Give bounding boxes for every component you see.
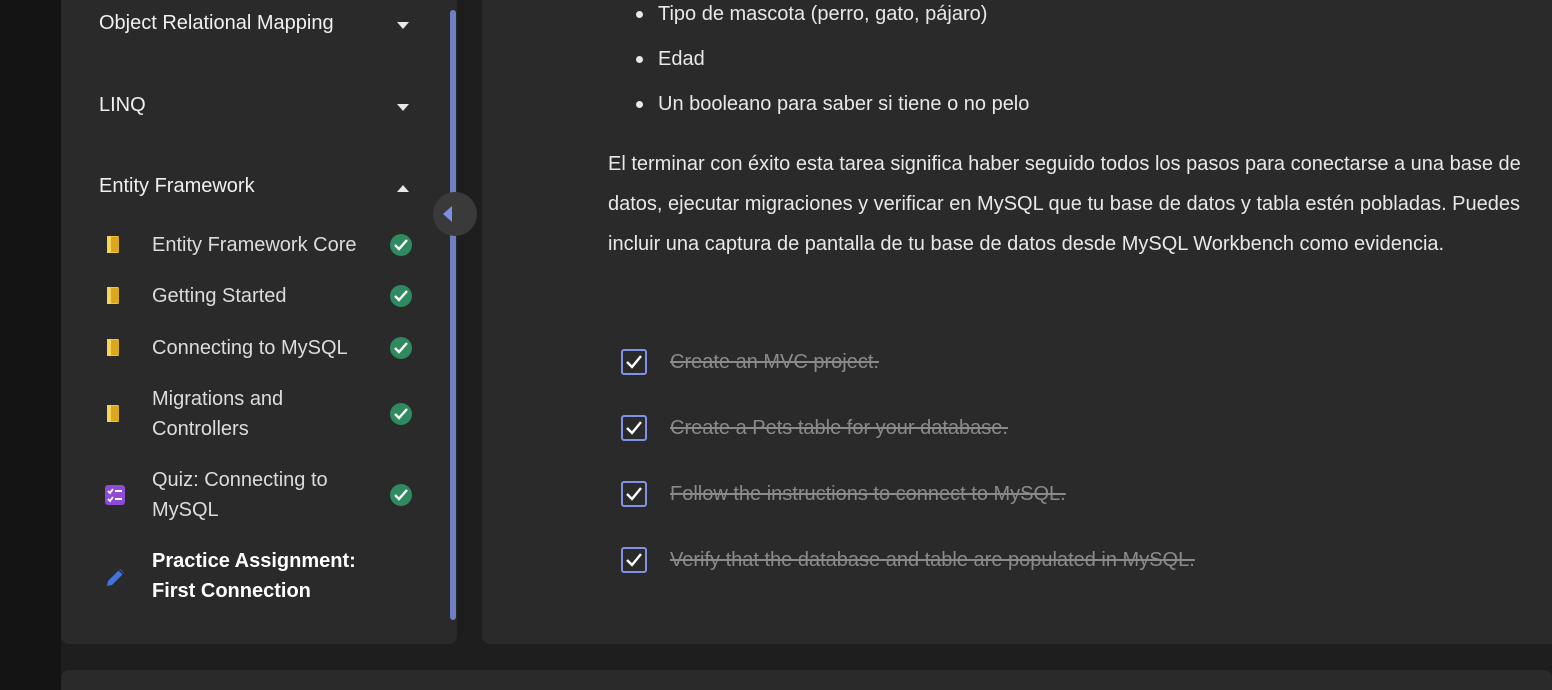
chevron-up-icon — [397, 185, 409, 192]
book-icon — [104, 403, 124, 425]
bullet-dot — [636, 101, 643, 108]
section-label: LINQ — [99, 94, 146, 116]
checkbox-checked[interactable] — [621, 349, 647, 375]
collapse-sidebar-button[interactable] — [433, 192, 477, 236]
section-linq[interactable]: LINQ — [99, 94, 419, 124]
lesson-label: Migrations and Controllers — [152, 388, 284, 440]
lesson-label: Entity Framework Core — [152, 234, 357, 256]
lesson-entity-framework-core[interactable]: Entity Framework Core — [100, 230, 420, 260]
lesson-label: Connecting to MySQL — [152, 337, 348, 359]
assignment-description: El terminar con éxito esta tarea signifi… — [608, 153, 1521, 255]
lesson-label: Quiz: Connecting to MySQL — [152, 469, 328, 521]
lesson-label: Getting Started — [152, 285, 287, 307]
section-object-relational-mapping[interactable]: Object Relational Mapping — [99, 12, 419, 42]
lesson-label: Practice Assignment: First Connection — [152, 550, 356, 602]
chevron-left-icon — [443, 206, 452, 222]
lesson-getting-started[interactable]: Getting Started — [100, 281, 420, 311]
task-label: Follow the instructions to connect to My… — [670, 483, 1066, 505]
lesson-migrations-and-controllers[interactable]: Migrations and Controllers — [100, 384, 420, 444]
completed-check-icon — [390, 337, 412, 359]
bullet-item: Tipo de mascota (perro, gato, pájaro) — [658, 3, 988, 25]
lesson-quiz-connecting-to-mysql[interactable]: Quiz: Connecting to MySQL — [100, 465, 420, 525]
bottom-panel — [61, 670, 1552, 690]
bullet-dot — [636, 11, 643, 18]
bullet-dot — [636, 56, 643, 63]
pencil-icon — [104, 565, 124, 587]
sidebar-scrollbar[interactable] — [450, 10, 456, 620]
task-label: Verify that the database and table are p… — [670, 549, 1195, 571]
bullet-item: Un booleano para saber si tiene o no pel… — [658, 93, 1030, 115]
book-icon — [104, 234, 124, 256]
bullet-item: Edad — [658, 48, 705, 70]
checkbox-checked[interactable] — [621, 415, 647, 441]
completed-check-icon — [390, 285, 412, 307]
book-icon — [104, 337, 124, 359]
section-entity-framework[interactable]: Entity Framework — [99, 175, 419, 205]
quiz-icon — [104, 484, 125, 506]
section-label: Object Relational Mapping — [99, 12, 334, 34]
lesson-practice-assignment-first-connection[interactable]: Practice Assignment: First Connection — [100, 546, 420, 606]
section-label: Entity Framework — [99, 175, 255, 197]
lesson-connecting-to-mysql[interactable]: Connecting to MySQL — [100, 333, 420, 363]
completed-check-icon — [390, 484, 412, 506]
task-label: Create a Pets table for your database. — [670, 417, 1008, 439]
chevron-down-icon — [397, 22, 409, 29]
book-icon — [104, 285, 124, 307]
completed-check-icon — [390, 234, 412, 256]
checkbox-checked[interactable] — [621, 547, 647, 573]
left-gutter — [0, 0, 61, 690]
task-label: Create an MVC project. — [670, 351, 879, 373]
chevron-down-icon — [397, 104, 409, 111]
completed-check-icon — [390, 403, 412, 425]
checkbox-checked[interactable] — [621, 481, 647, 507]
